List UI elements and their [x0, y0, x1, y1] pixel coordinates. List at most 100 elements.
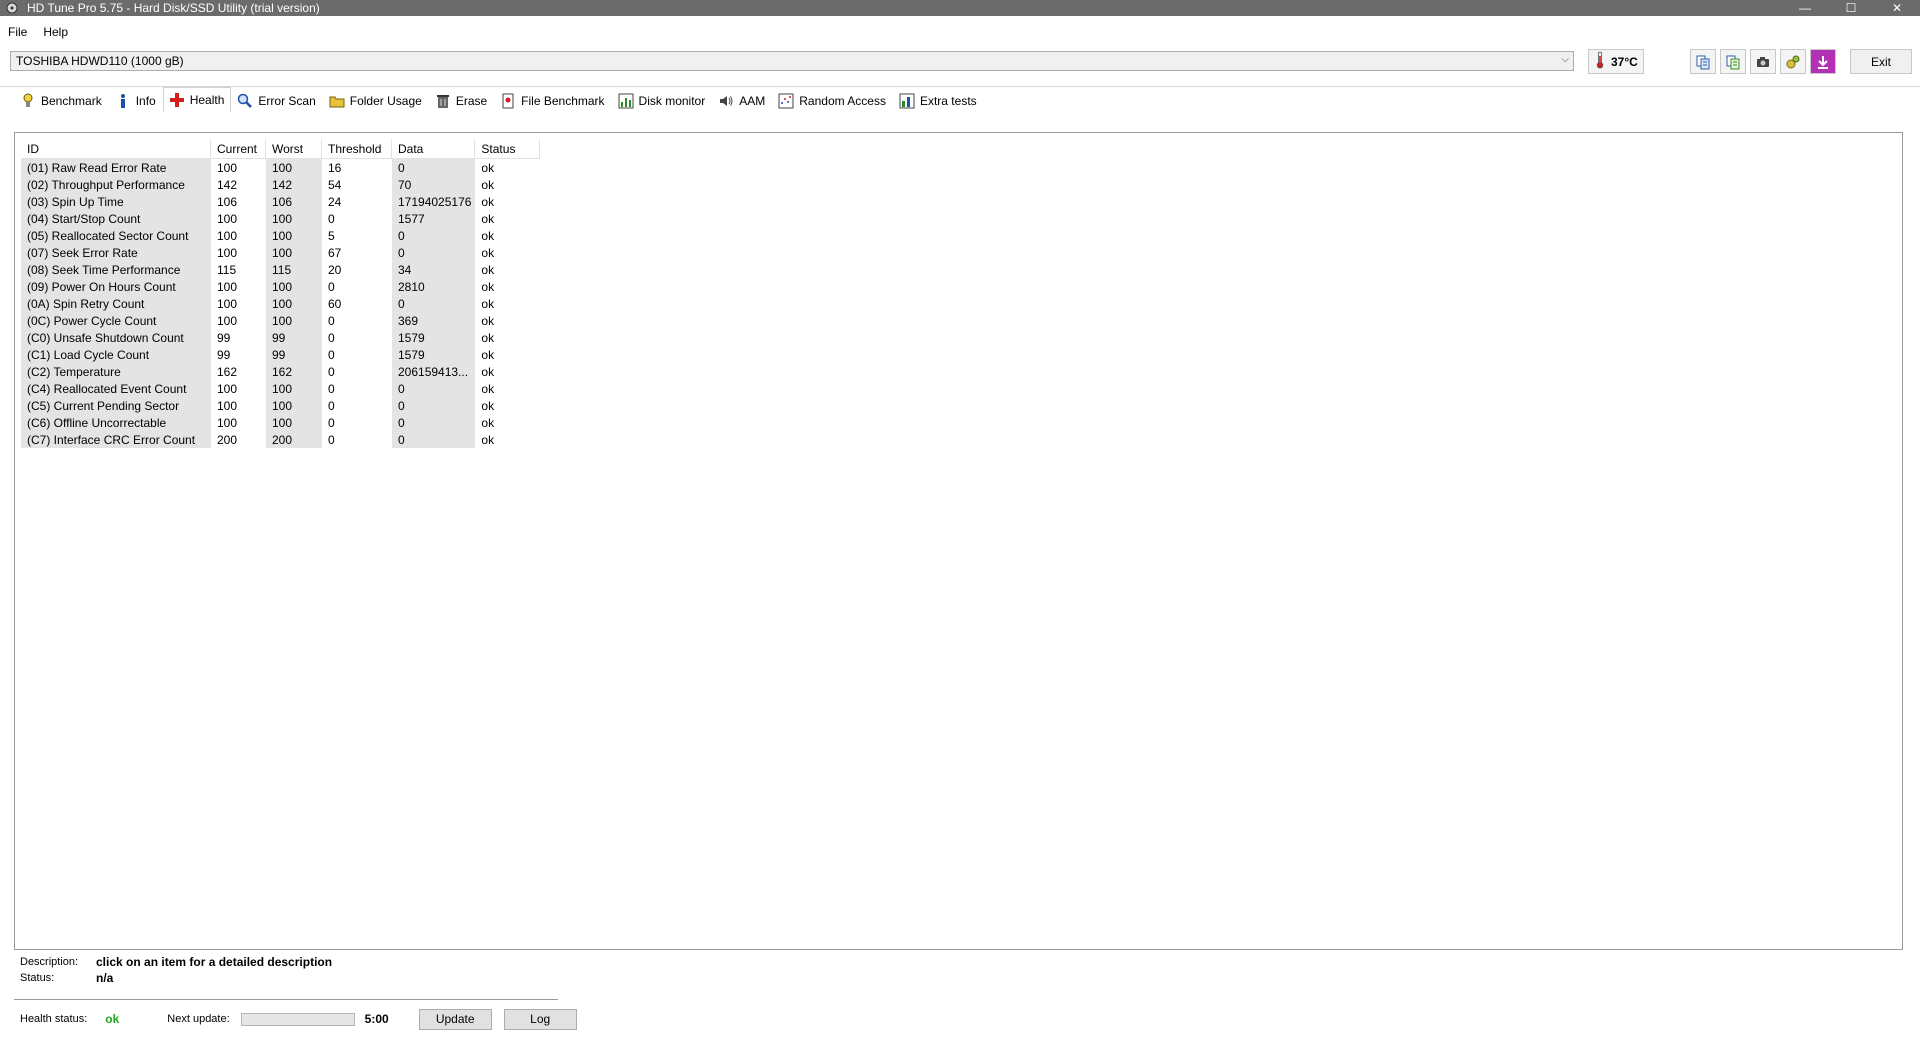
table-row[interactable]: (C4) Reallocated Event Count 100 100 0 0 ok — [21, 380, 540, 397]
table-row[interactable]: (07) Seek Error Rate 100 100 67 0 ok — [21, 244, 540, 261]
table-row[interactable]: (C1) Load Cycle Count 99 99 0 1579 ok — [21, 346, 540, 363]
aam-icon — [718, 93, 734, 109]
table-row[interactable]: (C5) Current Pending Sector 100 100 0 0 ok — [21, 397, 540, 414]
threshold-value: 0 — [328, 432, 335, 447]
info-icon — [115, 93, 131, 109]
temperature-value: 37°C — [1611, 54, 1638, 69]
app-icon — [5, 1, 19, 15]
tab-file-benchmark[interactable]: File Benchmark — [494, 89, 611, 112]
worst-value: 99 — [266, 329, 322, 346]
tab-label: Error Scan — [258, 93, 316, 108]
table-row[interactable]: (C2) Temperature 162 162 0 206159413... ok — [21, 363, 540, 380]
window-title: HD Tune Pro 5.75 - Hard Disk/SSD Utility… — [27, 1, 320, 15]
drive-select-value: TOSHIBA HDWD110 (1000 gB) — [16, 54, 184, 68]
worst-value: 142 — [266, 176, 322, 193]
threshold-value: 24 — [328, 194, 342, 209]
copy-info-icon[interactable] — [1720, 49, 1746, 74]
status-label: Status: — [20, 972, 55, 984]
table-row[interactable]: (0A) Spin Retry Count 100 100 60 0 ok — [21, 295, 540, 312]
minimize-icon[interactable]: — — [1782, 0, 1828, 16]
table-row[interactable]: (02) Throughput Performance 142 142 54 70 ok — [21, 176, 540, 193]
attribute-id: (C4) Reallocated Event Count — [21, 380, 211, 397]
column-data[interactable]: Data — [392, 139, 476, 159]
error-scan-icon — [237, 93, 253, 109]
update-button[interactable]: Update — [418, 1008, 492, 1030]
save-icon[interactable] — [1810, 49, 1836, 74]
tab-random-access[interactable]: Random Access — [772, 89, 893, 112]
status-value: ok — [481, 262, 495, 277]
exit-button[interactable]: Exit — [1850, 49, 1912, 74]
data-value: 70 — [392, 176, 476, 193]
tab-error-scan[interactable]: Error Scan — [231, 89, 322, 112]
worst-value: 106 — [266, 193, 322, 210]
tab-erase[interactable]: Erase — [429, 89, 494, 112]
current-value: 100 — [217, 313, 238, 328]
menu-file[interactable]: File — [0, 25, 35, 39]
options-icon[interactable] — [1780, 49, 1806, 74]
tab-benchmark[interactable]: Benchmark — [14, 89, 109, 112]
column-threshold[interactable]: Threshold — [322, 139, 392, 159]
worst-value: 100 — [266, 312, 322, 329]
table-row[interactable]: (03) Spin Up Time 106 106 24 17194025176 ok — [21, 193, 540, 210]
maximize-icon[interactable]: ☐ — [1828, 0, 1874, 16]
data-value: 34 — [392, 261, 476, 278]
status-value: ok — [481, 313, 495, 328]
data-value: 0 — [392, 244, 476, 261]
attribute-id: (05) Reallocated Sector Count — [21, 227, 211, 244]
column-status[interactable]: Status — [475, 139, 541, 159]
chevron-down-icon[interactable]: ⌵ — [1561, 54, 1569, 65]
tab-label: Health — [189, 92, 225, 107]
table-row[interactable]: (09) Power On Hours Count 100 100 0 2810 ok — [21, 278, 540, 295]
threshold-value: 60 — [328, 296, 342, 311]
current-value: 100 — [217, 296, 238, 311]
drive-select[interactable]: TOSHIBA HDWD110 (1000 gB) ⌵ — [10, 51, 1574, 71]
table-row[interactable]: (08) Seek Time Performance 115 115 20 34 ok — [21, 261, 540, 278]
tab-disk-monitor[interactable]: Disk monitor — [612, 89, 713, 112]
tab-label: Folder Usage — [349, 93, 422, 108]
worst-value: 100 — [266, 278, 322, 295]
tab-aam[interactable]: AAM — [712, 89, 772, 112]
table-row[interactable]: (0C) Power Cycle Count 100 100 0 369 ok — [21, 312, 540, 329]
attribute-id: (C0) Unsafe Shutdown Count — [21, 329, 211, 346]
tab-label: Disk monitor — [638, 93, 706, 108]
attribute-id: (0C) Power Cycle Count — [21, 312, 211, 329]
table-row[interactable]: (01) Raw Read Error Rate 100 100 16 0 ok — [21, 159, 540, 176]
status-value: ok — [481, 160, 495, 175]
worst-value: 115 — [266, 261, 322, 278]
current-value: 100 — [217, 245, 238, 260]
erase-icon — [435, 93, 451, 109]
current-value: 200 — [217, 432, 238, 447]
health-status-label: Health status: — [20, 1013, 88, 1025]
tab-folder-usage[interactable]: Folder Usage — [323, 89, 429, 112]
smart-table: ID Current Worst Threshold Data Status (… — [21, 139, 541, 448]
tab-health[interactable]: Health — [162, 87, 232, 112]
column-current[interactable]: Current — [211, 139, 266, 159]
column-worst[interactable]: Worst — [266, 139, 322, 159]
table-row[interactable]: (04) Start/Stop Count 100 100 0 1577 ok — [21, 210, 540, 227]
copy-text-icon[interactable] — [1690, 49, 1716, 74]
table-row[interactable]: (C0) Unsafe Shutdown Count 99 99 0 1579 ok — [21, 329, 540, 346]
extra-tests-icon — [899, 93, 915, 109]
menu-help[interactable]: Help — [35, 25, 76, 39]
data-value: 1577 — [392, 210, 476, 227]
current-value: 100 — [217, 415, 238, 430]
data-value: 0 — [392, 397, 476, 414]
threshold-value: 0 — [328, 347, 335, 362]
close-icon[interactable]: ✕ — [1874, 0, 1920, 16]
status-value: ok — [481, 432, 495, 447]
table-row[interactable]: (C6) Offline Uncorrectable 100 100 0 0 ok — [21, 414, 540, 431]
attribute-id: (C7) Interface CRC Error Count — [21, 431, 211, 448]
data-value: 0 — [392, 159, 476, 176]
camera-icon[interactable] — [1750, 49, 1776, 74]
attribute-id: (08) Seek Time Performance — [21, 261, 211, 278]
column-id[interactable]: ID — [21, 139, 211, 159]
threshold-value: 0 — [328, 364, 335, 379]
status-value: ok — [481, 194, 495, 209]
current-value: 100 — [217, 228, 238, 243]
tab-extra-tests[interactable]: Extra tests — [893, 89, 984, 112]
table-row[interactable]: (C7) Interface CRC Error Count 200 200 0 0 ok — [21, 431, 540, 448]
log-button[interactable]: Log — [503, 1008, 577, 1030]
table-row[interactable]: (05) Reallocated Sector Count 100 100 5 0 ok — [21, 227, 540, 244]
data-value: 0 — [392, 227, 476, 244]
tab-info[interactable]: Info — [109, 89, 163, 112]
